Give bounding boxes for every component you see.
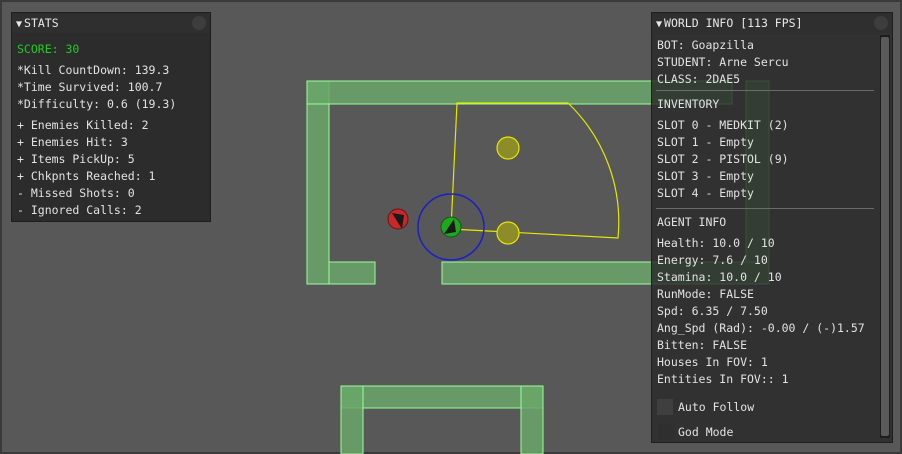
inventory-header: INVENTORY [657,97,720,111]
student-name: STUDENT: Arne Sercu [657,55,789,69]
inventory-slot: SLOT 1 - Empty [657,135,754,149]
angular-speed-value: Ang_Spd (Rad): -0.00 / (-)1.57 [657,321,865,335]
kill-countdown: *Kill CountDown: 139.3 [17,63,170,77]
time-survived: *Time Survived: 100.7 [17,80,163,94]
item-pickup[interactable] [496,136,520,160]
class-name: CLASS: 2DAE5 [657,72,741,86]
ignored-calls: - Ignored Calls: 2 [17,203,142,217]
panel-scrollbar[interactable] [880,35,890,438]
triangle-down-icon[interactable]: ▼ [16,19,22,30]
inventory-slot: SLOT 2 - PISTOL (9) [657,152,789,166]
wall-lower-right [520,385,544,454]
enemies-killed: + Enemies Killed: 2 [17,118,149,132]
difficulty: *Difficulty: 0.6 (19.3) [17,97,177,111]
houses-in-fov: Houses In FOV: 1 [657,355,768,369]
world-info-header[interactable]: ▼ WORLD INFO [113 FPS] [652,13,892,33]
items-pickup: + Items PickUp: 5 [17,152,135,166]
item-pickup[interactable] [496,221,520,245]
inventory-slot: SLOT 3 - Empty [657,169,754,183]
auto-follow-checkbox[interactable] [657,399,673,415]
score-text: SCORE: 30 [17,42,80,56]
runmode-value: RunMode: FALSE [657,287,754,301]
checkpoints-reached: + Chkpnts Reached: 1 [17,169,156,183]
speed-value: Spd: 6.35 / 7.50 [657,304,768,318]
bot-name: BOT: Goapzilla [657,38,754,52]
triangle-down-icon[interactable]: ▼ [656,19,662,30]
stats-panel[interactable]: ▼ STATS SCORE: 30 *Kill CountDown: 139.3 … [11,12,211,222]
stamina-value: Stamina: 10.0 / 10 [657,270,782,284]
agent-info-header: AGENT INFO [657,215,727,229]
wall-lower-left [340,385,364,454]
world-info-title: WORLD INFO [113 FPS] [664,16,803,30]
inventory-slot: SLOT 4 - Empty [657,186,754,200]
auto-follow-label[interactable]: Auto Follow [678,399,754,416]
god-mode-label[interactable]: God Mode [678,424,733,441]
wall-lower-top [340,385,544,409]
enemy[interactable] [387,208,409,230]
world-info-panel[interactable]: ▼ WORLD INFO [113 FPS] BOT: Goapzilla STU… [651,12,893,443]
scrollbar-thumb[interactable] [881,37,889,436]
enemies-hit: + Enemies Hit: 3 [17,135,128,149]
wall-bottom-left [328,261,376,285]
entities-in-fov: Entities In FOV:: 1 [657,372,789,386]
energy-value: Energy: 7.6 / 10 [657,253,768,267]
separator [656,90,874,91]
inventory-slot: SLOT 0 - MEDKIT (2) [657,118,789,132]
health-value: Health: 10.0 / 10 [657,236,775,250]
missed-shots: - Missed Shots: 0 [17,186,135,200]
god-mode-checkbox[interactable] [657,424,673,440]
bitten-value: Bitten: FALSE [657,338,748,352]
agent[interactable] [440,216,462,238]
close-circle-icon[interactable] [874,16,888,30]
wall-left [306,80,330,285]
stats-title: STATS [24,16,59,30]
separator [656,208,874,209]
stats-panel-header[interactable]: ▼ STATS [12,13,210,33]
close-circle-icon[interactable] [192,16,206,30]
